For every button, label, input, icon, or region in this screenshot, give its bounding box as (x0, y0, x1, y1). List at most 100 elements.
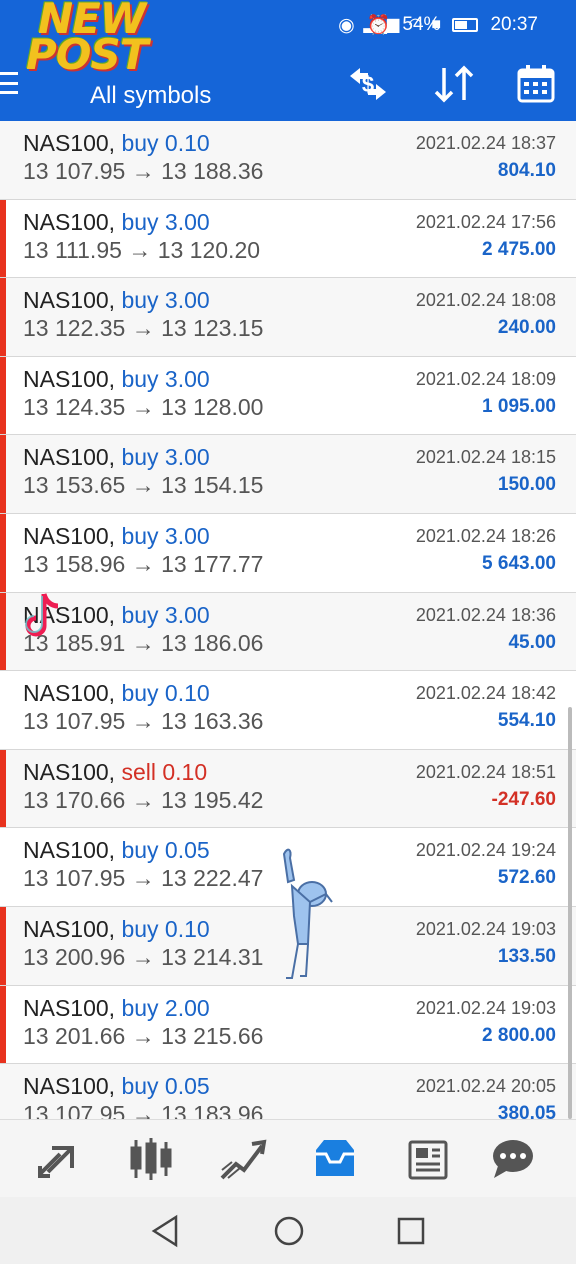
page-title[interactable]: All symbols (90, 82, 211, 110)
alarm-icon: ⏰ (366, 15, 391, 36)
bottom-navigation (0, 1119, 576, 1197)
close-price: 13 154.15 (161, 472, 264, 499)
trade-row[interactable]: NAS100, sell 0.10 13 170.66 → 13 195.42 20… (0, 749, 576, 829)
toolbar: All symbols $ (0, 48, 576, 121)
trade-prices: 13 107.95 → 13 188.36 (23, 158, 263, 185)
trade-row[interactable]: NAS100, buy 3.00 13 124.35 → 13 128.00 202… (0, 356, 576, 436)
open-price: 13 200.96 (23, 944, 126, 970)
calendar-icon[interactable] (516, 64, 556, 104)
trade-date: 2021.02.24 20:05 (415, 1076, 556, 1097)
trade-row[interactable]: NAS100, buy 3.00 13 185.91 → 13 186.06 202… (0, 592, 576, 672)
trade-row[interactable]: NAS100, buy 0.10 13 107.95 → 13 188.36 202… (0, 121, 576, 200)
trade-flag-bar (0, 356, 6, 435)
trade-row[interactable]: NAS100, buy 0.05 13 107.95 → 13 222.47 202… (0, 828, 576, 907)
trade-profit: 150.00 (497, 474, 556, 496)
trade-row[interactable]: NAS100, buy 0.10 13 200.96 → 13 214.31 202… (0, 907, 576, 986)
trade-side: buy 0.10 (121, 680, 210, 707)
arrow-icon: → (131, 393, 155, 420)
trade-side: buy 3.00 (121, 444, 210, 471)
trade-row[interactable]: NAS100, buy 3.00 13 122.35 → 13 123.15 202… (0, 278, 576, 357)
trade-row[interactable]: NAS100, buy 3.00 13 111.95 → 13 120.20 202… (0, 199, 576, 279)
trade-prices: 13 153.65 → 13 154.15 (23, 472, 263, 499)
open-price: 13 158.96 (23, 551, 126, 577)
trade-symbol: NAS100, (23, 994, 116, 1021)
chat-icon[interactable] (488, 1136, 538, 1182)
status-bar: ▂▄▆ ◠ ■ ◉ ⏰ 54% 20:37 (0, 0, 576, 48)
arrow-icon: → (131, 629, 155, 656)
trade-symbol-line: NAS100, buy 0.10 (23, 916, 210, 943)
open-price: 13 107.95 (23, 158, 126, 184)
home-icon[interactable] (271, 1213, 307, 1249)
battery-level: 54% (402, 14, 441, 35)
trade-row[interactable]: NAS100, buy 0.05 13 107.95 → 13 183.96 202… (0, 1064, 576, 1119)
trade-symbol: NAS100, (23, 1073, 116, 1100)
trade-history-list[interactable]: NAS100, buy 0.10 13 107.95 → 13 188.36 202… (0, 121, 576, 1119)
trade-date: 2021.02.24 18:26 (415, 526, 556, 546)
trade-date: 2021.02.24 19:03 (415, 919, 556, 939)
trade-symbol: NAS100, (23, 601, 116, 628)
trade-flag-bar (0, 592, 6, 671)
open-price: 13 201.66 (23, 1022, 126, 1049)
back-icon[interactable] (148, 1213, 184, 1249)
trade-date: 2021.02.24 18:42 (415, 683, 556, 704)
list-scrollbar[interactable] (568, 707, 572, 1119)
trade-symbol: NAS100, (23, 287, 116, 314)
sort-icon[interactable] (432, 64, 476, 104)
trade-flag-bar (0, 435, 6, 513)
trade-symbol-line: NAS100, buy 3.00 (23, 209, 210, 236)
trade-row[interactable]: NAS100, buy 3.00 13 158.96 → 13 177.77 202… (0, 514, 576, 593)
close-price: 13 215.66 (161, 1022, 264, 1049)
close-price: 13 188.36 (161, 158, 264, 184)
quotes-icon[interactable] (34, 1136, 84, 1182)
trade-prices: 13 170.66 → 13 195.42 (23, 787, 263, 814)
trade-date: 2021.02.24 17:56 (415, 211, 556, 232)
trade-prices: 13 107.95 → 13 163.36 (23, 708, 263, 735)
trade-side: buy 0.05 (121, 1073, 210, 1100)
trade-flag-bar (0, 278, 6, 356)
trade-icon[interactable] (218, 1136, 268, 1182)
trade-symbol: NAS100, (23, 916, 116, 942)
arrow-icon: → (131, 315, 155, 342)
trade-prices: 13 107.95 → 13 222.47 (23, 865, 263, 892)
trade-profit: 572.60 (497, 867, 556, 889)
chart-icon[interactable] (126, 1136, 176, 1182)
close-price: 13 186.06 (161, 629, 264, 656)
arrow-icon: → (131, 551, 155, 577)
trade-profit: -247.60 (491, 788, 556, 810)
trade-prices: 13 201.66 → 13 215.66 (23, 1023, 263, 1050)
trade-date: 2021.02.24 18:09 (415, 368, 556, 389)
trade-profit: 2 800.00 (482, 1024, 556, 1046)
trade-date: 2021.02.24 18:51 (415, 761, 556, 782)
trade-prices: 13 107.95 → 13 183.96 (23, 1101, 263, 1119)
trade-profit: 133.50 (497, 946, 556, 967)
trade-row[interactable]: NAS100, buy 0.10 13 107.95 → 13 163.36 202… (0, 671, 576, 750)
history-icon[interactable] (310, 1136, 360, 1182)
trade-prices: 13 111.95 → 13 120.20 (23, 237, 260, 264)
arrow-icon: → (131, 1101, 155, 1119)
status-right: ◉ ⏰ 54% 20:37 (338, 13, 538, 37)
close-price: 13 183.96 (161, 1101, 264, 1119)
trade-profit: 1 095.00 (482, 395, 556, 417)
trade-symbol-line: NAS100, buy 3.00 (23, 366, 210, 393)
news-icon[interactable] (404, 1136, 454, 1182)
menu-icon[interactable] (0, 72, 18, 94)
trade-row[interactable]: NAS100, buy 3.00 13 153.65 → 13 154.15 202… (0, 435, 576, 514)
trade-flag-bar (0, 199, 6, 278)
trade-prices: 13 158.96 → 13 177.77 (23, 551, 263, 578)
close-price: 13 214.31 (161, 944, 264, 970)
trade-symbol-line: NAS100, buy 0.10 (23, 130, 210, 157)
close-price: 13 222.47 (161, 865, 264, 892)
currency-exchange-icon[interactable]: $ (346, 64, 390, 104)
trade-side: buy 3.00 (121, 523, 210, 549)
arrow-icon: → (131, 1022, 155, 1049)
arrow-icon: → (131, 786, 155, 813)
trade-side: buy 0.10 (121, 916, 210, 942)
app-header: ▂▄▆ ◠ ■ ◉ ⏰ 54% 20:37 All symbols $ NEW … (0, 0, 576, 121)
trade-row[interactable]: NAS100, buy 2.00 13 201.66 → 13 215.66 202… (0, 985, 576, 1065)
recents-icon[interactable] (393, 1213, 429, 1249)
close-price: 13 177.77 (161, 551, 264, 577)
trade-date: 2021.02.24 18:36 (415, 604, 556, 625)
trade-side: buy 3.00 (121, 601, 210, 628)
trade-symbol-line: NAS100, buy 0.05 (23, 837, 210, 864)
trade-side: buy 3.00 (121, 365, 210, 392)
